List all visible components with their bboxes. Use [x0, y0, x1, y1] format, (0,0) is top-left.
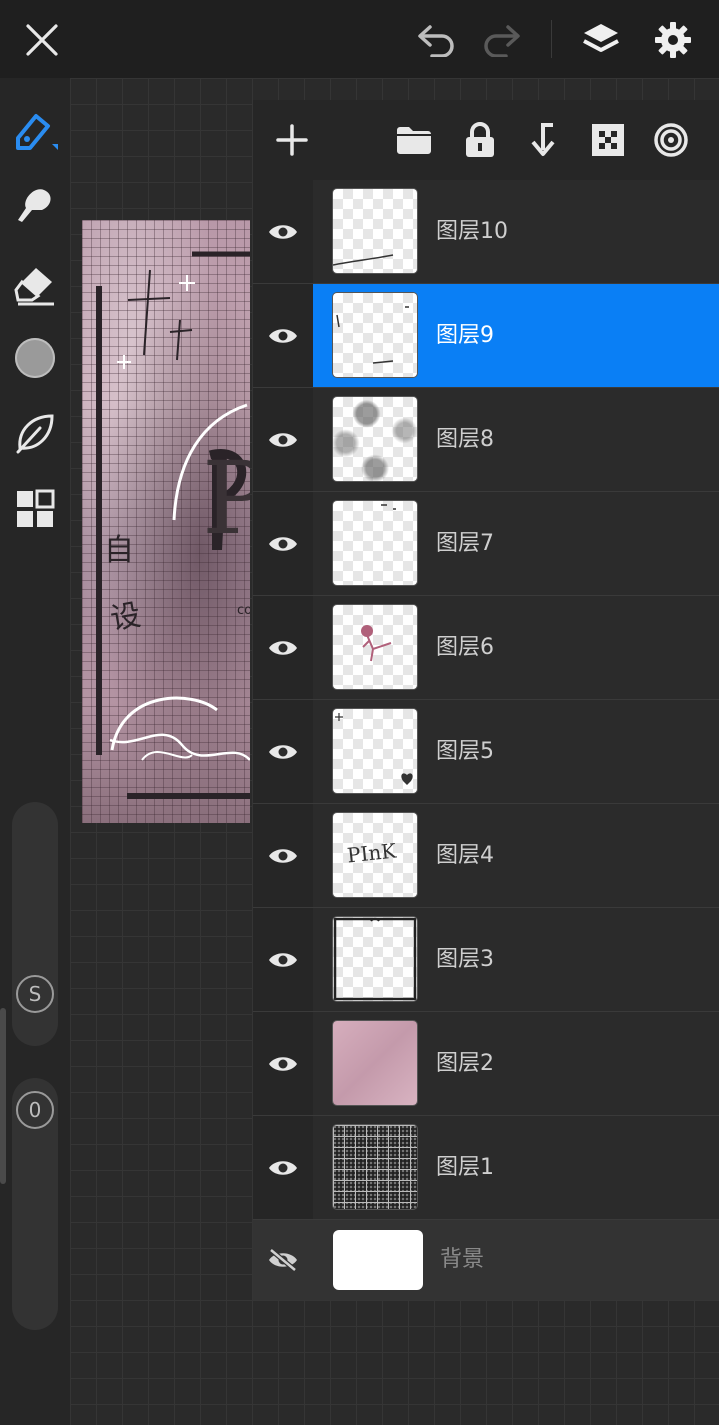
size-label: S	[12, 971, 58, 1017]
redo-icon[interactable]	[478, 20, 524, 60]
thumb-text: PInK	[345, 838, 398, 868]
toolbar-divider	[551, 20, 552, 58]
artwork-letter: P	[202, 440, 250, 557]
layer-name: 图层10	[436, 219, 508, 244]
eye-icon[interactable]	[253, 1116, 313, 1219]
lock-icon[interactable]	[460, 120, 500, 160]
eye-hidden-icon[interactable]	[253, 1220, 313, 1300]
layer-row-3[interactable]: 图层3	[253, 908, 719, 1012]
merge-down-icon[interactable]	[523, 120, 563, 160]
layer-row-9[interactable]: 图层9	[253, 284, 719, 388]
layers-panel-toolbar	[253, 100, 719, 180]
layer-name: 图层4	[436, 843, 494, 868]
background-layer-row[interactable]: 背景	[253, 1220, 719, 1300]
tool-sidebar: S 0	[0, 78, 70, 1425]
brush-icon[interactable]	[10, 106, 60, 156]
layer-thumbnail	[333, 501, 417, 585]
layer-thumbnail	[333, 397, 417, 481]
leaf-icon[interactable]	[10, 408, 60, 458]
smudge-icon[interactable]	[10, 182, 60, 232]
layer-row-10[interactable]: 图层10	[253, 180, 719, 284]
layer-row-1[interactable]: 图层1	[253, 1116, 719, 1220]
layer-thumbnail	[333, 189, 417, 273]
add-icon[interactable]	[272, 120, 312, 160]
eye-icon[interactable]	[253, 180, 313, 283]
slider-handle[interactable]	[0, 1008, 6, 1184]
artwork-text-top: 自	[104, 533, 134, 568]
layer-thumbnail	[333, 709, 417, 793]
top-toolbar	[0, 0, 719, 78]
folder-icon[interactable]	[394, 120, 434, 160]
artwork[interactable]: 自 设 co P	[82, 220, 250, 823]
layer-name: 图层1	[436, 1155, 494, 1180]
layer-row-7[interactable]: 图层7	[253, 492, 719, 596]
gear-icon[interactable]	[650, 18, 696, 62]
layer-row-5[interactable]: 图层5	[253, 700, 719, 804]
layer-name: 图层7	[436, 531, 494, 556]
opacity-label: 0	[12, 1087, 58, 1133]
eraser-icon[interactable]	[10, 260, 60, 310]
artwork-text-small: co	[237, 603, 250, 618]
color-icon[interactable]	[10, 333, 60, 383]
blend-icon[interactable]	[651, 120, 691, 160]
layers-icon[interactable]	[578, 18, 624, 62]
eye-icon[interactable]	[253, 596, 313, 699]
layer-thumbnail: PInK	[333, 813, 417, 897]
layer-thumbnail	[333, 1125, 417, 1209]
undo-icon[interactable]	[414, 20, 460, 60]
layer-row-6[interactable]: 图层6	[253, 596, 719, 700]
layer-name: 图层2	[436, 1051, 494, 1076]
background-thumbnail	[333, 1230, 423, 1290]
grid-icon[interactable]	[10, 484, 60, 534]
eye-icon[interactable]	[253, 804, 313, 907]
layer-row-2[interactable]: 图层2	[253, 1012, 719, 1116]
eye-icon[interactable]	[253, 492, 313, 595]
eye-icon[interactable]	[253, 284, 313, 387]
checker-icon[interactable]	[588, 120, 628, 160]
close-icon[interactable]	[22, 20, 62, 60]
layer-name: 图层5	[436, 739, 494, 764]
eye-icon[interactable]	[253, 908, 313, 1011]
eye-icon[interactable]	[253, 1012, 313, 1115]
layer-name: 图层6	[436, 635, 494, 660]
eye-icon[interactable]	[253, 388, 313, 491]
layer-thumbnail	[333, 293, 417, 377]
eye-icon[interactable]	[253, 700, 313, 803]
layer-name: 图层8	[436, 427, 494, 452]
layer-thumbnail	[333, 1021, 417, 1105]
layers-panel: 图层10 图层9 图层8 图层7 图层6 图层5 PInK 图层4 图层3 图层…	[253, 100, 719, 1300]
layer-name: 图层9	[436, 323, 494, 348]
layer-thumbnail	[333, 917, 417, 1001]
layer-row-4[interactable]: PInK 图层4	[253, 804, 719, 908]
layer-thumbnail	[333, 605, 417, 689]
layer-name: 背景	[440, 1247, 485, 1272]
layer-name: 图层3	[436, 947, 494, 972]
layer-row-8[interactable]: 图层8	[253, 388, 719, 492]
